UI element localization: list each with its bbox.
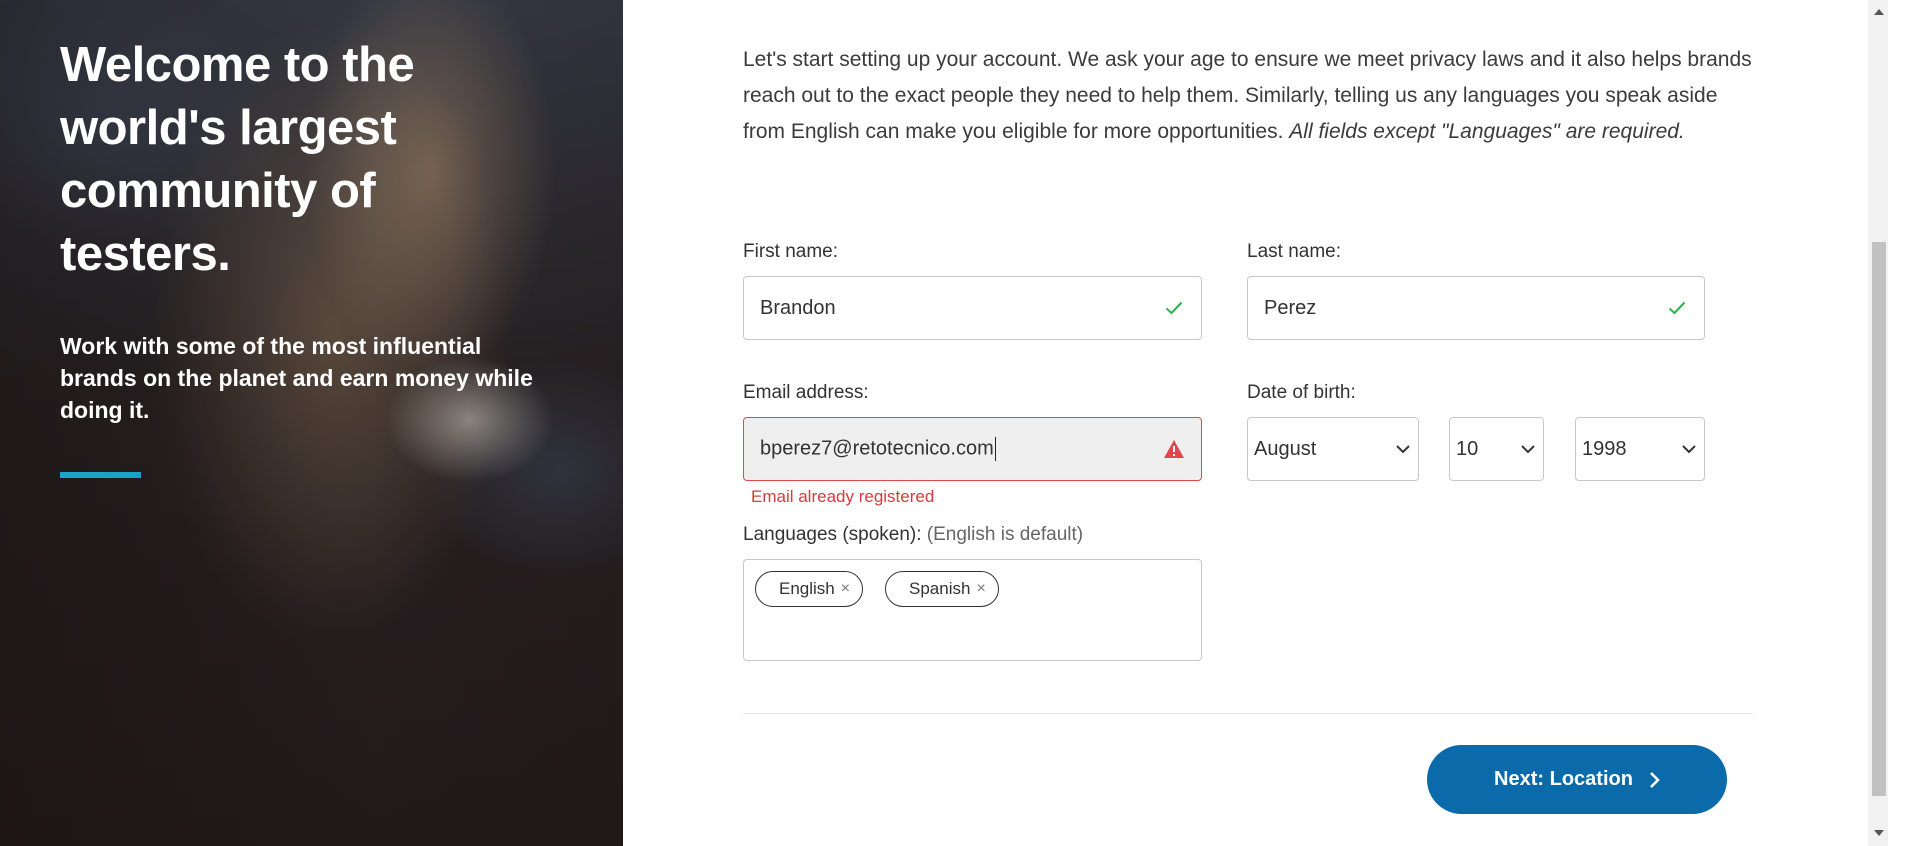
email-value: bperez7@retotecnico.com xyxy=(760,437,996,461)
last-name-value: Perez xyxy=(1264,296,1317,319)
next-location-button[interactable]: Next: Location xyxy=(1427,745,1727,814)
hero-accent-bar xyxy=(60,472,141,478)
dob-day-value: 10 xyxy=(1456,437,1479,460)
hero-title: Welcome to the world's largest community… xyxy=(60,38,415,281)
chevron-down-icon xyxy=(1680,440,1698,458)
first-name-field[interactable]: Brandon xyxy=(743,276,1202,340)
dob-day-select[interactable]: 10 xyxy=(1449,417,1544,481)
intro-text: Let's start setting up your account. We … xyxy=(743,48,1752,143)
dob-year-value: 1998 xyxy=(1582,437,1627,460)
warning-icon xyxy=(1163,438,1185,460)
hero-subtitle: Work with some of the most influential b… xyxy=(60,333,533,423)
signup-form: Let's start setting up your account. We … xyxy=(623,0,1868,846)
email-error-message: Email already registered xyxy=(751,487,935,506)
hero-panel: Welcome to the world's largest community… xyxy=(0,0,623,846)
check-icon xyxy=(1666,297,1688,319)
language-tag-label: English xyxy=(779,579,835,598)
chevron-right-icon xyxy=(1649,771,1660,789)
email-field[interactable]: bperez7@retotecnico.com xyxy=(743,417,1202,481)
languages-hint: (English is default) xyxy=(926,524,1084,545)
first-name-label: First name: xyxy=(743,241,839,262)
last-name-field[interactable]: Perez xyxy=(1247,276,1705,340)
next-button-label: Next: Location xyxy=(1494,768,1633,790)
language-tag-english: English × xyxy=(755,571,864,607)
vertical-scrollbar[interactable] xyxy=(1868,0,1888,846)
scroll-up-icon[interactable] xyxy=(1873,6,1885,18)
language-tag-spanish: Spanish × xyxy=(885,571,999,607)
remove-tag-icon[interactable]: × xyxy=(976,580,985,598)
intro-required-note: All fields except "Languages" are requir… xyxy=(1289,120,1685,143)
check-icon xyxy=(1163,297,1185,319)
dob-year-select[interactable]: 1998 xyxy=(1575,417,1705,481)
chevron-down-icon xyxy=(1519,440,1537,458)
languages-field[interactable]: English × Spanish × xyxy=(743,559,1202,661)
remove-tag-icon[interactable]: × xyxy=(841,580,850,598)
last-name-label: Last name: xyxy=(1247,241,1341,262)
form-divider xyxy=(743,713,1753,714)
dob-label: Date of birth: xyxy=(1247,382,1356,403)
text-cursor xyxy=(994,437,996,461)
scroll-thumb[interactable] xyxy=(1872,242,1886,796)
scroll-down-icon[interactable] xyxy=(1873,827,1885,839)
dob-month-select[interactable]: August xyxy=(1247,417,1419,481)
first-name-value: Brandon xyxy=(760,296,836,319)
dob-month-value: August xyxy=(1254,437,1317,460)
email-label: Email address: xyxy=(743,382,869,403)
languages-label: Languages (spoken): (English is default) xyxy=(743,524,1084,545)
language-tag-label: Spanish xyxy=(909,579,971,598)
chevron-down-icon xyxy=(1394,440,1412,458)
